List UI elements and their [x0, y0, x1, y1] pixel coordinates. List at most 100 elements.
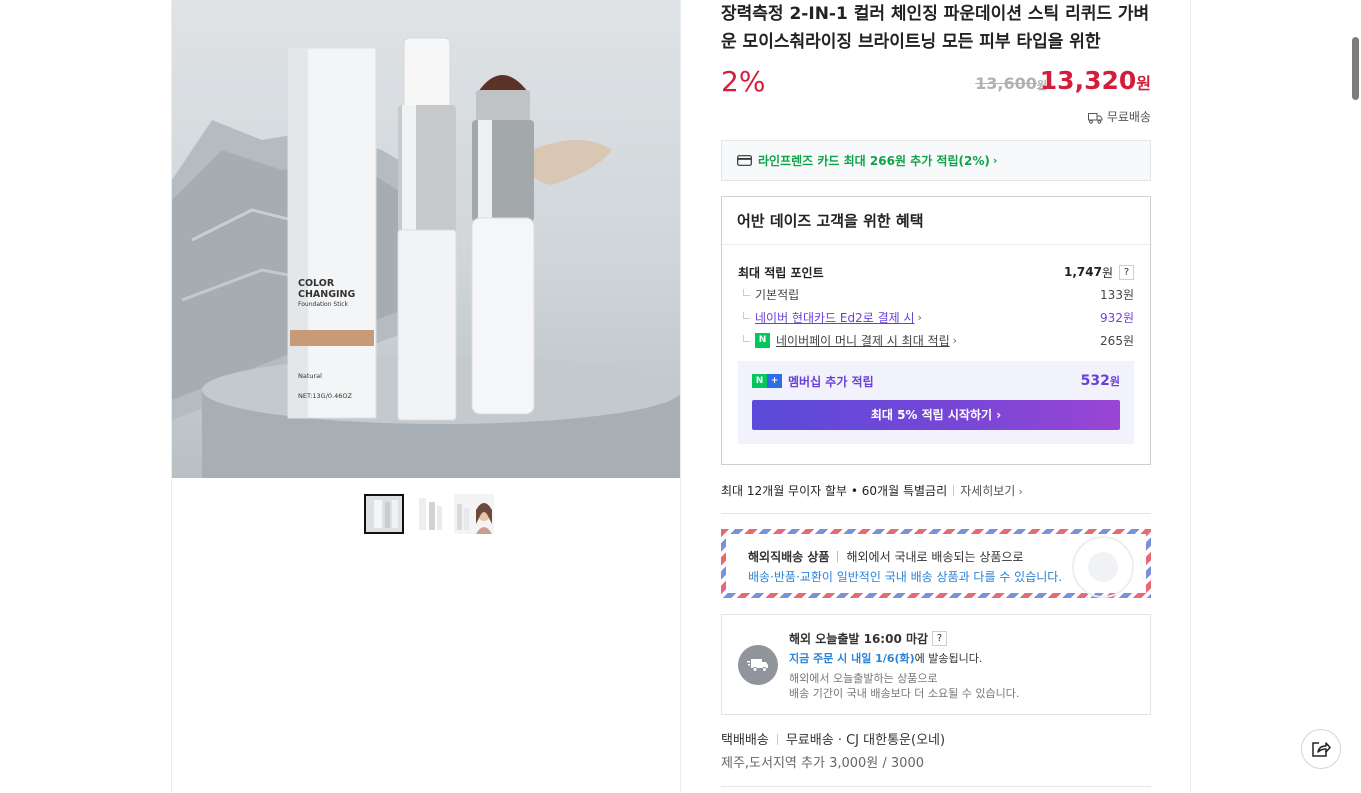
product-info: 장력측정 2-IN-1 컬러 체인징 파운데이션 스틱 리퀴드 가벼운 모이스춰… — [721, 0, 1151, 787]
overseas-line1: 해외직배송 상품 해외에서 국내로 배송되는 상품으로 — [748, 548, 1124, 568]
today-dispatch-title: 해외 오늘출발 16:00 마감 — [789, 631, 929, 646]
chevron-right-icon: › — [917, 311, 922, 324]
max-points-amount: 1,747 원 ? — [1064, 264, 1134, 281]
thumbnail-1-image — [364, 494, 404, 534]
shipping-extra-fee: 제주,도서지역 추가 3,000원 / 3000 — [721, 756, 924, 771]
basic-points-value: 133원 — [1100, 288, 1134, 302]
share-icon — [1312, 742, 1331, 757]
npay-money-link[interactable]: 네이버페이 머니 결제 시 최대 적립 — [776, 332, 950, 349]
npay-money-row[interactable]: N 네이버페이 머니 결제 시 최대 적립 › 265원 — [738, 329, 1134, 352]
membership-value: 532 — [1080, 373, 1110, 389]
shipping-fee: 무료배송 — [785, 733, 834, 748]
thumbnail-strip — [364, 494, 494, 534]
benefit-box: 어반 데이즈 고객을 위한 혜택 최대 적립 포인트 1,747 원 ? 기본적립… — [721, 196, 1151, 465]
box-brand-line1: COLOR — [298, 278, 335, 289]
membership-unit: 원 — [1109, 375, 1120, 388]
delivery-truck-icon — [738, 645, 778, 685]
box-brand-line2: CHANGING — [298, 289, 356, 300]
vertical-scrollbar[interactable] — [1352, 37, 1359, 100]
today-dispatch-title-row: 해외 오늘출발 16:00 마감? — [789, 629, 1150, 647]
membership-label-wrap: N + 멤버십 추가 적립 — [752, 373, 874, 390]
product-gallery: COLOR CHANGING Foundation Stick Natural … — [172, 0, 680, 793]
price-row: 2% 13,600원 13,320원 — [721, 65, 1151, 105]
chevron-right-icon: › — [992, 154, 998, 167]
installment-text: 최대 12개월 무이자 할부 • 60개월 특별금리 — [721, 484, 948, 498]
start-membership-button[interactable]: 최대 5% 적립 시작하기 › — [752, 400, 1120, 430]
gallery-divider — [680, 0, 681, 793]
max-points-unit: 원 — [1101, 265, 1113, 280]
hyundai-card-value: 932원 — [1100, 311, 1134, 325]
chevron-right-icon: › — [996, 408, 1002, 422]
discount-rate: 2% — [721, 65, 766, 98]
original-price: 13,600원 — [975, 74, 1047, 93]
hyundai-card-label-wrap: 네이버 현대카드 Ed2로 결제 시 › — [738, 309, 922, 326]
share-button[interactable] — [1301, 729, 1341, 769]
today-order-highlight: 지금 주문 시 내일 1/6(화) — [789, 652, 915, 665]
today-order-suffix: 에 발송됩니다. — [914, 652, 983, 665]
overseas-title: 해외직배송 상품 — [748, 550, 830, 564]
benefit-body: 최대 적립 포인트 1,747 원 ? 기본적립 133원 네이버 현대카드 Ed… — [722, 245, 1150, 444]
truck-icon — [1087, 113, 1103, 124]
chevron-right-icon: › — [1018, 485, 1023, 498]
help-icon[interactable]: ? — [1119, 264, 1134, 280]
thumbnail-3-image — [454, 494, 494, 534]
right-border — [1190, 0, 1191, 793]
basic-points-row: 기본적립 133원 — [738, 283, 1134, 306]
page: COLOR CHANGING Foundation Stick Natural … — [0, 0, 1361, 793]
overseas-shipping-notice: 해외직배송 상품 해외에서 국내로 배송되는 상품으로 배송·반품·교환이 일반적… — [721, 529, 1151, 598]
basic-points-label: 기본적립 — [738, 286, 799, 303]
thumbnail-3[interactable] — [454, 494, 494, 534]
naver-pay-icon: N — [755, 333, 770, 348]
installment-more-link[interactable]: 자세히보기 › — [960, 482, 1023, 499]
shipping-type: 택배배송 — [721, 733, 769, 748]
membership-label: 멤버십 추가 적립 — [788, 374, 874, 389]
thumbnail-2-image — [409, 494, 449, 534]
divider — [776, 734, 778, 745]
hyundai-card-row[interactable]: 네이버 현대카드 Ed2로 결제 시 › 932원 — [738, 306, 1134, 329]
today-dispatch-note: 해외에서 오늘출발하는 상품으로배송 기간이 국내 배송보다 더 소요될 수 있… — [789, 671, 1150, 701]
sale-price: 13,320원 — [1040, 66, 1151, 95]
product-photo: COLOR CHANGING Foundation Stick Natural … — [172, 37, 680, 478]
membership-box: N + 멤버십 추가 적립 532원 최대 5% 적립 시작하기 › — [738, 361, 1134, 444]
max-points-value: 1,747 — [1063, 265, 1102, 279]
help-icon[interactable]: ? — [932, 630, 948, 646]
shipping-dot: · — [837, 733, 842, 748]
divider — [837, 551, 839, 562]
naver-plus-icon: N + — [752, 374, 782, 388]
divider — [721, 786, 1151, 787]
delivery-info: 무료배송 — [721, 108, 1151, 126]
today-dispatch-order: 지금 주문 시 내일 1/6(화)에 발송됩니다. — [789, 650, 1150, 666]
hyundai-card-link[interactable]: 네이버 현대카드 Ed2로 결제 시 — [755, 309, 915, 326]
credit-card-icon — [737, 155, 752, 166]
today-note-1: 해외에서 오늘출발하는 상품으로 — [789, 672, 938, 685]
original-price-value: 13,600 — [975, 74, 1037, 93]
chevron-right-icon: › — [952, 334, 958, 347]
box-shade: Natural — [298, 372, 322, 380]
thumbnail-2[interactable] — [409, 494, 449, 534]
divider — [953, 485, 955, 496]
box-brand-line3: Foundation Stick — [298, 301, 349, 308]
membership-row: N + 멤버십 추가 적립 532원 — [752, 372, 1120, 390]
thumbnail-1[interactable] — [364, 494, 404, 534]
card-benefit-banner[interactable]: 라인프렌즈 카드 최대 266원 추가 적립(2%) › — [721, 140, 1151, 181]
sale-price-value: 13,320 — [1039, 66, 1137, 95]
today-note-2: 배송 기간이 국내 배송보다 더 소요될 수 있습니다. — [789, 687, 1020, 700]
shipping-carrier: CJ 대한통운(오네) — [846, 733, 946, 748]
benefit-heading: 어반 데이즈 고객을 위한 혜택 — [722, 197, 1150, 245]
shipping-row: 택배배송 무료배송 · CJ 대한통운(오네) — [721, 729, 1151, 749]
overseas-desc: 해외에서 국내로 배송되는 상품으로 — [846, 550, 1024, 564]
product-main-image[interactable]: COLOR CHANGING Foundation Stick Natural … — [172, 0, 680, 478]
npay-money-value: 265원 — [1100, 334, 1134, 348]
sale-price-unit: 원 — [1136, 74, 1151, 93]
installment-row: 최대 12개월 무이자 할부 • 60개월 특별금리 자세히보기 › — [721, 482, 1151, 514]
installment-more-label: 자세히보기 — [960, 484, 1016, 498]
membership-amount: 532원 — [1081, 373, 1120, 389]
delivery-text: 무료배송 — [1106, 110, 1151, 124]
box-net: NET:13G/0.46OZ — [298, 392, 353, 400]
max-points-row: 최대 적립 포인트 1,747 원 ? — [738, 261, 1134, 283]
overseas-note: 배송·반품·교환이 일반적인 국내 배송 상품과 다를 수 있습니다. — [748, 570, 1063, 584]
npay-label-wrap: N 네이버페이 머니 결제 시 최대 적립 › — [738, 332, 957, 349]
card-banner-text: 라인프렌즈 카드 최대 266원 추가 적립(2%) — [758, 154, 990, 168]
max-points-label: 최대 적립 포인트 — [738, 265, 824, 280]
start-membership-label: 최대 5% 적립 시작하기 — [870, 408, 993, 422]
